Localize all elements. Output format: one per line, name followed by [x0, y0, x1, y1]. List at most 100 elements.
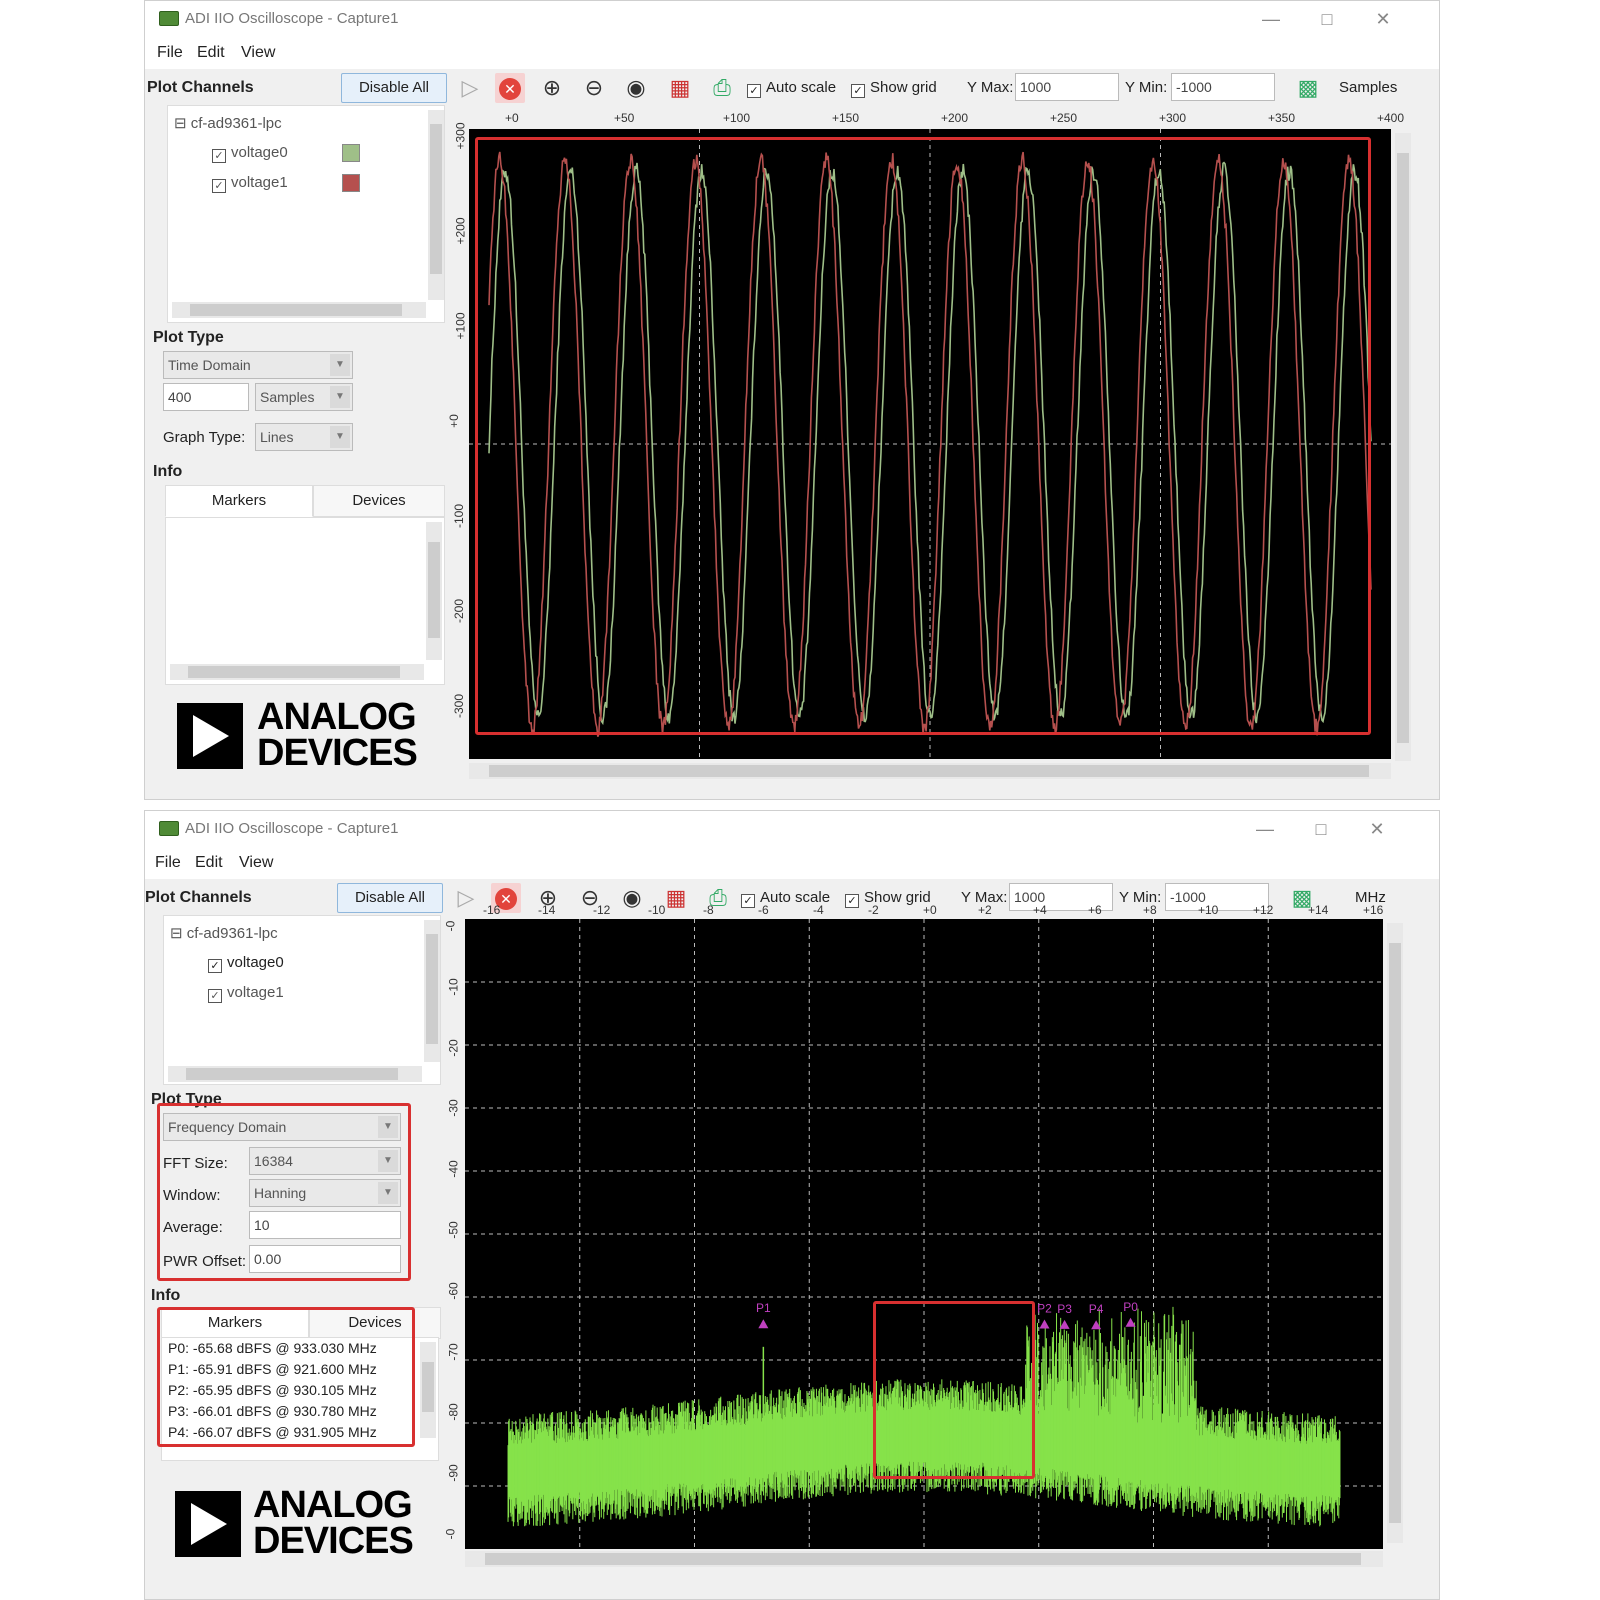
window-title: ADI IIO Oscilloscope - Capture1 — [185, 820, 399, 837]
minimize-icon[interactable]: — — [1251, 5, 1291, 33]
close-icon[interactable]: ✕ — [1363, 5, 1403, 33]
menu-view[interactable]: View — [239, 854, 273, 872]
marker-tag: P3 — [1057, 1302, 1072, 1316]
checkbox-icon: ✓ — [747, 84, 761, 98]
y-tick-label: -0 — [443, 1528, 458, 1540]
graph-type-select[interactable]: Lines ▼ — [255, 423, 353, 451]
x-tick-label: -8 — [703, 903, 714, 917]
tree-vertical-scrollbar[interactable] — [424, 920, 440, 1062]
logo-text-line1: ANALOG — [253, 1484, 413, 1526]
auto-scale-checkbox[interactable]: ✓ Auto scale — [747, 79, 836, 98]
markers-highlight — [157, 1307, 415, 1447]
x-tick-label: -16 — [483, 903, 501, 917]
plot-highlight-box — [475, 137, 1371, 735]
tree-vertical-scrollbar[interactable] — [428, 110, 444, 300]
x-tick-label: +150 — [832, 111, 860, 125]
maximize-icon[interactable]: □ — [1301, 815, 1341, 843]
tab-markers[interactable]: Markers — [165, 485, 313, 517]
stop-icon: ✕ — [499, 78, 521, 101]
ymin-input[interactable]: -1000 — [1171, 73, 1275, 101]
zoom-in-icon[interactable]: ⊕ — [537, 73, 567, 103]
logo-text-line2: DEVICES — [253, 1520, 414, 1562]
device-node[interactable]: ⊟ cf-ad9361-lpc — [170, 924, 278, 942]
checkbox-icon: ✓ — [212, 179, 226, 193]
y-tick-label: -100 — [452, 503, 467, 529]
x-tick-label: -12 — [593, 903, 611, 917]
show-grid-checkbox[interactable]: ✓ Show grid — [845, 889, 931, 908]
channel-voltage1[interactable]: ✓ voltage1 — [212, 174, 288, 193]
close-icon[interactable]: ✕ — [1357, 815, 1397, 843]
minimize-icon[interactable]: — — [1245, 815, 1285, 843]
tab-devices[interactable]: Devices — [313, 485, 445, 517]
tree-horizontal-scrollbar[interactable] — [172, 302, 426, 318]
x-tick-label: +200 — [941, 111, 969, 125]
plot-type-select[interactable]: Time Domain ▼ — [163, 351, 353, 379]
menu-file[interactable]: File — [157, 44, 183, 62]
title-bar: ADI IIO Oscilloscope - Capture1 — □ ✕ — [145, 811, 1439, 847]
maximize-icon[interactable]: □ — [1307, 5, 1347, 33]
info-heading: Info — [153, 463, 183, 480]
save-plot-icon[interactable]: ▦ — [661, 883, 691, 913]
graph-type-label: Graph Type: — [163, 429, 246, 446]
x-tick-label: +350 — [1268, 111, 1296, 125]
sample-count-input[interactable]: 400 — [163, 383, 249, 411]
plot-vertical-scrollbar[interactable] — [1387, 923, 1403, 1543]
zoom-fit-icon[interactable]: ◉ — [621, 73, 651, 103]
checkbox-icon: ✓ — [208, 959, 222, 973]
show-grid-label: Show grid — [870, 79, 937, 96]
tree-horizontal-scrollbar[interactable] — [168, 1066, 422, 1082]
menu-view[interactable]: View — [241, 44, 275, 62]
y-tick-label: -0 — [443, 920, 458, 932]
channel-label: voltage1 — [227, 984, 284, 1001]
info-horizontal-scrollbar[interactable] — [170, 664, 424, 680]
disable-all-button[interactable]: Disable All — [337, 883, 443, 913]
menu-file[interactable]: File — [155, 854, 181, 872]
y-tick-label: +300 — [453, 122, 468, 150]
plot-type-value: Time Domain — [168, 357, 251, 373]
show-grid-checkbox[interactable]: ✓ Show grid — [851, 79, 937, 98]
info-vertical-scrollbar[interactable] — [420, 1342, 436, 1438]
ymax-input[interactable]: 1000 — [1015, 73, 1119, 101]
plot-vertical-scrollbar[interactable] — [1395, 133, 1411, 761]
app-icon — [159, 11, 179, 26]
stop-button[interactable]: ✕ — [495, 73, 525, 103]
y-tick-label: -200 — [452, 598, 467, 624]
disable-all-button[interactable]: Disable All — [341, 73, 447, 103]
voltage1-color-swatch[interactable] — [342, 174, 360, 192]
zoom-fit-icon[interactable]: ◉ — [617, 883, 647, 913]
analog-devices-logo-icon — [175, 1491, 241, 1557]
plot-horizontal-scrollbar[interactable] — [469, 763, 1391, 779]
y-tick-label: +200 — [453, 217, 468, 245]
channel-voltage1[interactable]: ✓ voltage1 — [208, 984, 284, 1003]
app-icon — [159, 821, 179, 836]
x-tick-label: +4 — [1033, 903, 1047, 917]
zoom-out-icon[interactable]: ⊖ — [579, 73, 609, 103]
x-tick-label: +400 — [1377, 111, 1405, 125]
plot-horizontal-scrollbar[interactable] — [465, 1551, 1383, 1567]
x-tick-label: +6 — [1088, 903, 1102, 917]
step-icon[interactable]: ▷ — [451, 883, 481, 913]
channel-voltage0[interactable]: ✓ voltage0 — [212, 144, 288, 163]
y-tick-label: -10 — [446, 978, 461, 996]
device-node[interactable]: ⊟ cf-ad9361-lpc — [174, 114, 282, 132]
voltage0-color-swatch[interactable] — [342, 144, 360, 162]
menu-edit[interactable]: Edit — [197, 44, 225, 62]
marker-tag: P2 — [1037, 1301, 1052, 1315]
menu-edit[interactable]: Edit — [195, 854, 223, 872]
y-tick-label: -20 — [446, 1038, 461, 1057]
step-icon[interactable]: ▷ — [455, 73, 485, 103]
sample-unit-select[interactable]: Samples ▼ — [255, 383, 353, 411]
save-plot-icon[interactable]: ▦ — [665, 73, 695, 103]
info-vertical-scrollbar[interactable] — [426, 522, 442, 660]
y-tick-label: -300 — [452, 693, 467, 719]
add-plot-icon[interactable]: ▩ — [1293, 73, 1323, 103]
channel-voltage0[interactable]: ✓ voltage0 — [208, 954, 284, 973]
band-highlight-box — [873, 1301, 1035, 1479]
marker-tag: P1 — [756, 1301, 771, 1315]
marker-tag: P0 — [1123, 1300, 1138, 1314]
window-title: ADI IIO Oscilloscope - Capture1 — [185, 10, 399, 27]
chevron-down-icon: ▼ — [330, 386, 350, 408]
print-icon[interactable]: ⎙ — [707, 73, 737, 103]
units-label: Samples — [1339, 79, 1398, 96]
y-tick-label: -40 — [446, 1160, 461, 1178]
